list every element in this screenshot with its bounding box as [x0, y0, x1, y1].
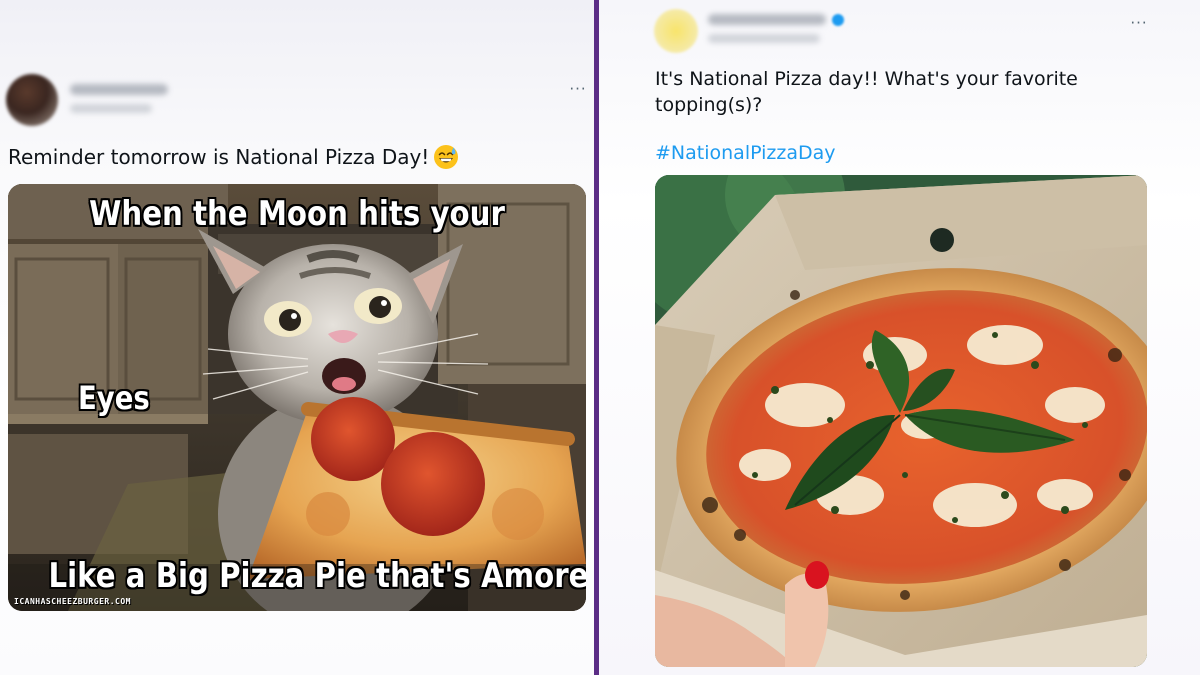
left-tweet-text-row: Reminder tomorrow is National Pizza Day! — [8, 144, 568, 170]
meme-caption-top: When the Moon hits your — [89, 194, 505, 234]
left-user-name-blurred[interactable] — [70, 84, 168, 95]
margherita-pizza-illustration — [655, 175, 1147, 667]
margherita-pizza-photo[interactable] — [655, 175, 1147, 667]
meme-watermark: ICANHASCHEEZBURGER.COM — [14, 597, 131, 606]
meme-caption-middle: Eyes — [78, 379, 150, 417]
left-tweet-text: Reminder tomorrow is National Pizza Day! — [8, 145, 430, 169]
left-more-options-icon[interactable]: ··· — [567, 82, 589, 97]
right-user-name-blurred[interactable] — [708, 14, 826, 25]
meme-caption-bottom: Like a Big Pizza Pie that's Amore — [48, 556, 586, 596]
right-tweet-text: It's National Pizza day!! What's your fa… — [655, 68, 1078, 116]
left-user-avatar[interactable] — [6, 74, 58, 126]
cat-pizza-meme-image[interactable]: When the Moon hits your Eyes Like a Big … — [8, 184, 586, 611]
national-pizza-day-hashtag-link[interactable]: #NationalPizzaDay — [655, 140, 836, 166]
grinning-face-with-sweat-icon — [434, 145, 459, 169]
verified-badge-icon — [832, 14, 844, 26]
right-user-handle-blurred[interactable] — [708, 34, 820, 43]
left-user-handle-blurred[interactable] — [70, 104, 152, 113]
right-more-options-icon[interactable]: ··· — [1128, 16, 1150, 31]
right-user-avatar[interactable] — [654, 9, 698, 53]
